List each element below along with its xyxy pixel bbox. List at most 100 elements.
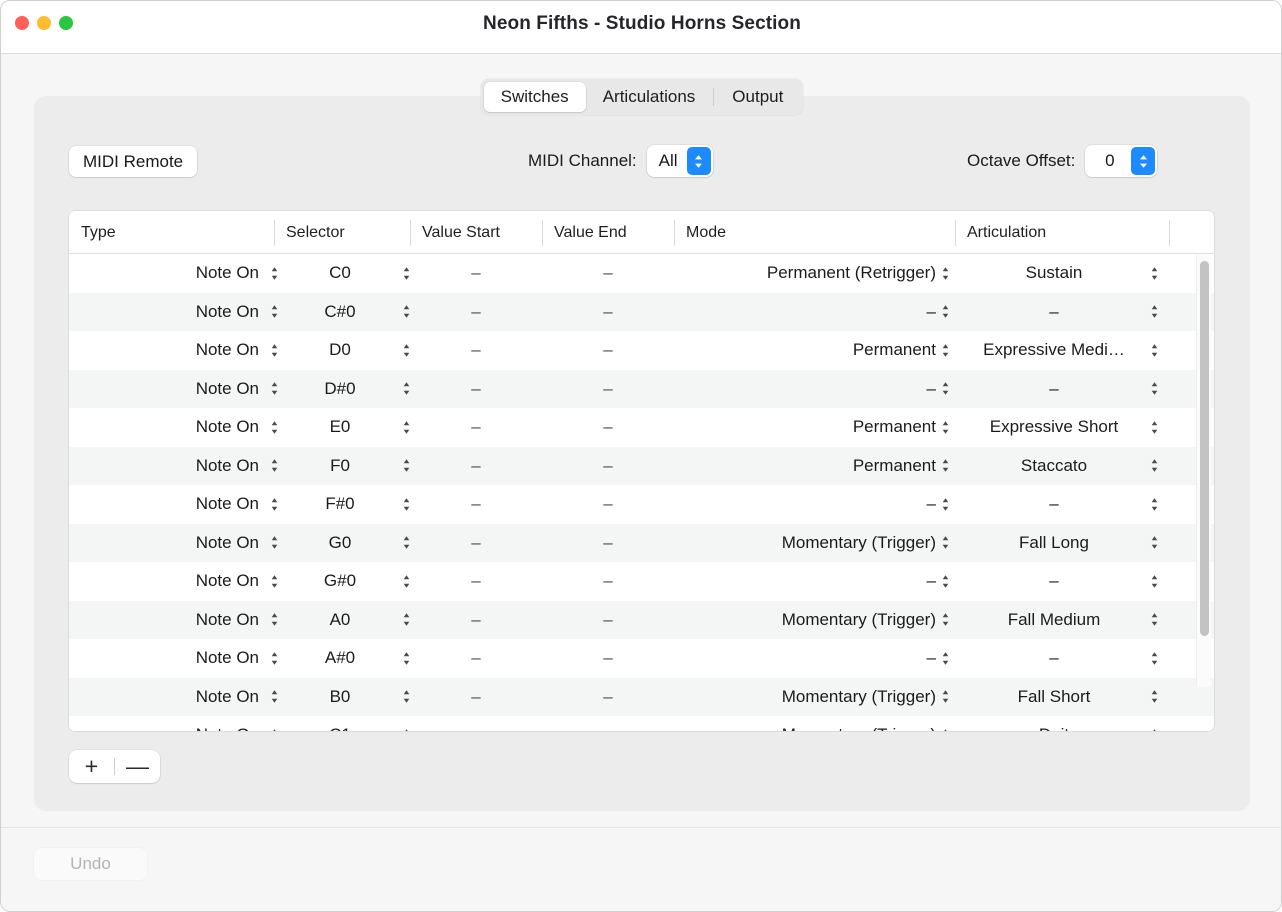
type-stepper-icon[interactable] bbox=[267, 408, 281, 447]
cell-value-end: – bbox=[542, 485, 674, 524]
app-window: Neon Fifths - Studio Horns Section Switc… bbox=[0, 0, 1282, 912]
mode-stepper-icon[interactable] bbox=[938, 678, 952, 717]
remove-row-button[interactable]: — bbox=[115, 750, 160, 783]
mode-stepper-icon[interactable] bbox=[938, 370, 952, 409]
tab-bar: Switches Articulations Output bbox=[481, 79, 804, 115]
table-row[interactable]: Note OnF#0–––– bbox=[69, 485, 1214, 524]
table-row[interactable]: Note OnG0––Momentary (Trigger)Fall Long bbox=[69, 524, 1214, 563]
table-row[interactable]: Note OnC0––Permanent (Retrigger)Sustain bbox=[69, 254, 1214, 293]
table-row[interactable]: Note OnA#0–––– bbox=[69, 639, 1214, 678]
midi-channel-value: All bbox=[649, 151, 687, 171]
cell-selector: C0 bbox=[287, 254, 393, 293]
cell-type: Note On bbox=[69, 408, 259, 447]
type-stepper-icon[interactable] bbox=[267, 562, 281, 601]
mode-stepper-icon[interactable] bbox=[938, 562, 952, 601]
midi-channel-control: MIDI Channel: All bbox=[528, 145, 713, 177]
articulation-stepper-icon[interactable] bbox=[1147, 293, 1161, 332]
column-header-mode[interactable]: Mode bbox=[674, 211, 955, 254]
cell-mode: Momentary (Trigger) bbox=[674, 524, 936, 563]
mode-stepper-icon[interactable] bbox=[938, 601, 952, 640]
cell-mode: Momentary (Trigger) bbox=[674, 716, 936, 731]
cell-type: Note On bbox=[69, 562, 259, 601]
mode-stepper-icon[interactable] bbox=[938, 524, 952, 563]
add-row-button[interactable]: + bbox=[69, 750, 114, 783]
table-row[interactable]: Note OnD#0–––– bbox=[69, 370, 1214, 409]
type-stepper-icon[interactable] bbox=[267, 485, 281, 524]
cell-articulation: Staccato bbox=[955, 447, 1153, 486]
cell-selector: D#0 bbox=[287, 370, 393, 409]
cell-type: Note On bbox=[69, 447, 259, 486]
type-stepper-icon[interactable] bbox=[267, 678, 281, 717]
column-header-articulation[interactable]: Articulation bbox=[955, 211, 1169, 254]
table-scrollbar[interactable] bbox=[1196, 255, 1211, 687]
column-divider[interactable] bbox=[1169, 220, 1170, 246]
articulation-stepper-icon[interactable] bbox=[1147, 254, 1161, 293]
table-row[interactable]: Note OnC1––Momentary (Trigger)Doit bbox=[69, 716, 1214, 731]
cell-type: Note On bbox=[69, 293, 259, 332]
articulation-stepper-icon[interactable] bbox=[1147, 408, 1161, 447]
mode-stepper-icon[interactable] bbox=[938, 331, 952, 370]
articulation-stepper-icon[interactable] bbox=[1147, 678, 1161, 717]
type-stepper-icon[interactable] bbox=[267, 254, 281, 293]
mode-stepper-icon[interactable] bbox=[938, 716, 952, 731]
articulation-stepper-icon[interactable] bbox=[1147, 716, 1161, 731]
type-stepper-icon[interactable] bbox=[267, 331, 281, 370]
octave-offset-select[interactable]: 0 bbox=[1085, 145, 1157, 177]
table-row[interactable]: Note OnD0––PermanentExpressive Medi… bbox=[69, 331, 1214, 370]
mode-stepper-icon[interactable] bbox=[938, 254, 952, 293]
mode-stepper-icon[interactable] bbox=[938, 639, 952, 678]
table-row[interactable]: Note OnE0––PermanentExpressive Short bbox=[69, 408, 1214, 447]
articulation-stepper-icon[interactable] bbox=[1147, 447, 1161, 486]
tab-output[interactable]: Output bbox=[715, 82, 800, 112]
midi-channel-label: MIDI Channel: bbox=[528, 151, 637, 171]
articulation-stepper-icon[interactable] bbox=[1147, 331, 1161, 370]
mode-stepper-icon[interactable] bbox=[938, 447, 952, 486]
cell-selector: F0 bbox=[287, 447, 393, 486]
cell-value-start: – bbox=[410, 331, 542, 370]
articulation-stepper-icon[interactable] bbox=[1147, 524, 1161, 563]
articulation-stepper-icon[interactable] bbox=[1147, 370, 1161, 409]
column-header-value-end[interactable]: Value End bbox=[542, 211, 674, 254]
articulation-stepper-icon[interactable] bbox=[1147, 601, 1161, 640]
cell-selector: E0 bbox=[287, 408, 393, 447]
mode-stepper-icon[interactable] bbox=[938, 293, 952, 332]
tab-switches[interactable]: Switches bbox=[484, 82, 586, 112]
cell-mode: Permanent bbox=[674, 408, 936, 447]
cell-articulation: – bbox=[955, 562, 1153, 601]
cell-articulation: Fall Medium bbox=[955, 601, 1153, 640]
column-header-type[interactable]: Type bbox=[69, 211, 274, 254]
type-stepper-icon[interactable] bbox=[267, 716, 281, 731]
midi-remote-button[interactable]: MIDI Remote bbox=[69, 146, 197, 177]
cell-articulation: Expressive Medi… bbox=[955, 331, 1153, 370]
cell-mode: Permanent (Retrigger) bbox=[674, 254, 936, 293]
table-row[interactable]: Note OnA0––Momentary (Trigger)Fall Mediu… bbox=[69, 601, 1214, 640]
table-row[interactable]: Note OnC#0–––– bbox=[69, 293, 1214, 332]
midi-channel-select[interactable]: All bbox=[647, 145, 713, 177]
articulation-stepper-icon[interactable] bbox=[1147, 639, 1161, 678]
cell-mode: – bbox=[674, 370, 936, 409]
type-stepper-icon[interactable] bbox=[267, 601, 281, 640]
cell-mode: Momentary (Trigger) bbox=[674, 678, 936, 717]
type-stepper-icon[interactable] bbox=[267, 524, 281, 563]
column-header-value-start[interactable]: Value Start bbox=[410, 211, 542, 254]
type-stepper-icon[interactable] bbox=[267, 639, 281, 678]
table-row[interactable]: Note OnF0––PermanentStaccato bbox=[69, 447, 1214, 486]
articulation-stepper-icon[interactable] bbox=[1147, 562, 1161, 601]
table-row[interactable]: Note OnG#0–––– bbox=[69, 562, 1214, 601]
type-stepper-icon[interactable] bbox=[267, 447, 281, 486]
cell-value-start: – bbox=[410, 639, 542, 678]
cell-value-start: – bbox=[410, 716, 542, 731]
cell-selector: C1 bbox=[287, 716, 393, 731]
articulation-stepper-icon[interactable] bbox=[1147, 485, 1161, 524]
undo-button[interactable]: Undo bbox=[34, 848, 147, 880]
cell-selector: A0 bbox=[287, 601, 393, 640]
scrollbar-thumb[interactable] bbox=[1200, 261, 1209, 636]
mode-stepper-icon[interactable] bbox=[938, 408, 952, 447]
add-remove-group: + — bbox=[69, 750, 160, 783]
type-stepper-icon[interactable] bbox=[267, 293, 281, 332]
tab-articulations[interactable]: Articulations bbox=[586, 82, 713, 112]
column-header-selector[interactable]: Selector bbox=[274, 211, 410, 254]
mode-stepper-icon[interactable] bbox=[938, 485, 952, 524]
table-row[interactable]: Note OnB0––Momentary (Trigger)Fall Short bbox=[69, 678, 1214, 717]
type-stepper-icon[interactable] bbox=[267, 370, 281, 409]
